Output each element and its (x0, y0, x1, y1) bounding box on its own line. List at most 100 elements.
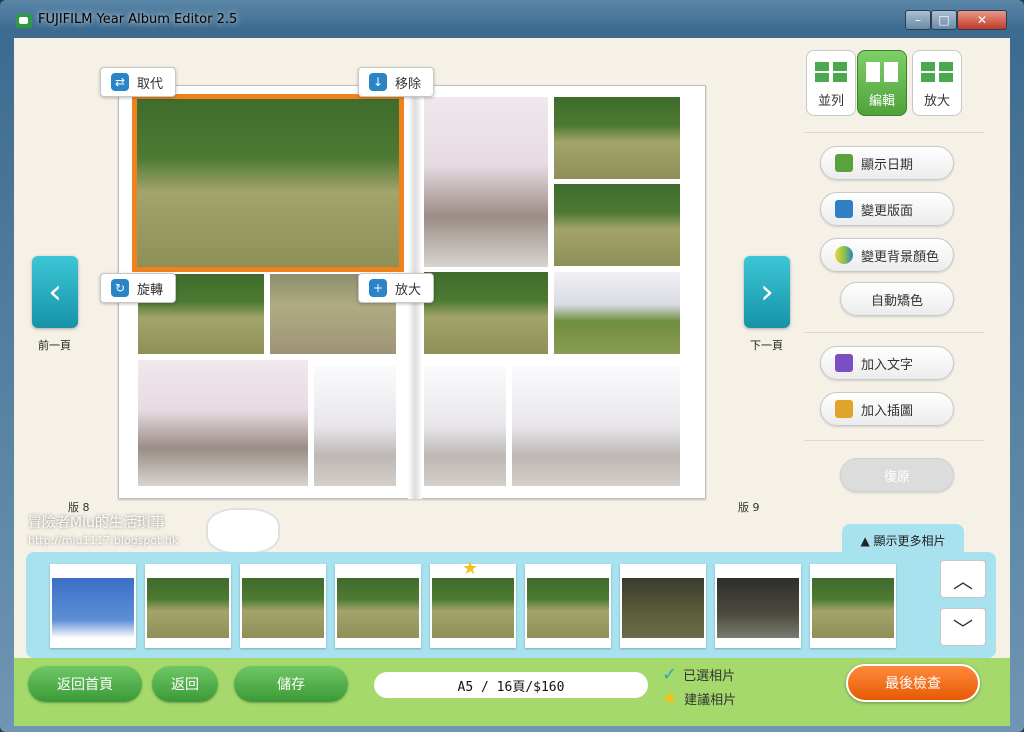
filmstrip-thumb[interactable] (525, 564, 611, 648)
mode-grid-button[interactable]: 並列 (806, 50, 856, 116)
save-button[interactable]: 儲存 (234, 666, 348, 702)
selected-legend: ✓ 已選相片 (662, 664, 735, 685)
photo-slot[interactable] (424, 272, 548, 354)
photo-slot[interactable] (424, 97, 548, 267)
watermark-text: 冒險者Miu的生活瑣事 (28, 515, 165, 531)
photo-selected[interactable] (132, 94, 404, 272)
suggested-legend: ★ 建議相片 (662, 688, 736, 709)
star-icon: ★ (662, 688, 679, 709)
prev-page-label: 前一頁 (38, 339, 71, 352)
scroll-up-button[interactable]: ︿ (940, 560, 986, 598)
window-title: FUJIFILM Year Album Editor 2.5 (38, 12, 238, 27)
filmstrip-thumb[interactable] (620, 564, 706, 648)
photo-slot[interactable] (554, 97, 680, 179)
filmstrip-thumb[interactable] (50, 564, 136, 648)
undo-button[interactable]: 復原 (840, 458, 954, 492)
sheep-logo (206, 508, 280, 554)
palette-icon (835, 246, 853, 264)
mode-edit-button[interactable]: 編輯 (857, 50, 907, 116)
arrow-down-icon: ↓ (369, 73, 387, 91)
remove-label: 移除 (395, 76, 422, 92)
mode-grid-label: 並列 (817, 94, 844, 109)
filmstrip-thumb[interactable] (335, 564, 421, 648)
price-summary: A5 / 16頁/$160 (374, 672, 648, 698)
bottom-bar: 返回首頁 返回 儲存 A5 / 16頁/$160 ✓ 已選相片 ★ 建議相片 最… (14, 658, 1010, 726)
speech-bubble-icon (835, 354, 853, 372)
app-icon (16, 14, 32, 28)
photo-slot[interactable] (424, 366, 506, 486)
thumb-image (717, 578, 799, 638)
filmstrip-thumb[interactable]: ★ (430, 558, 516, 648)
photo-slot[interactable] (314, 366, 396, 486)
prev-page-button[interactable]: ‹ (32, 256, 78, 328)
filmstrip-thumb[interactable] (715, 564, 801, 648)
rotate-photo-button[interactable]: ↻ 旋轉 (100, 273, 176, 303)
watermark-url: http://miu1117.blogspot.hk (28, 534, 179, 547)
suggested-legend-label: 建議相片 (684, 693, 737, 708)
title-bar[interactable]: FUJIFILM Year Album Editor 2.5 – □ ✕ (0, 0, 1024, 38)
minimize-button[interactable]: – (905, 10, 931, 30)
divider (804, 440, 984, 441)
change-layout-button[interactable]: 變更版面 (820, 192, 954, 226)
show-date-button[interactable]: 顯示日期 (820, 146, 954, 180)
divider (804, 132, 984, 133)
selected-legend-label: 已選相片 (683, 669, 736, 684)
filmstrip-thumb[interactable] (810, 564, 896, 648)
replace-label: 取代 (137, 76, 164, 92)
thumb-image (527, 578, 609, 638)
add-clipart-label: 加入插圖 (861, 403, 914, 419)
right-page-number: 版 9 (738, 501, 760, 514)
zoom-layout-icon (921, 62, 953, 82)
zoom-icon: + (369, 279, 387, 297)
photo-slot[interactable] (554, 184, 680, 266)
filmstrip-thumb[interactable] (145, 564, 231, 648)
maximize-button[interactable]: □ (931, 10, 957, 30)
photo-slot[interactable] (512, 366, 680, 486)
next-page-label: 下一頁 (750, 339, 783, 352)
add-text-button[interactable]: 加入文字 (820, 346, 954, 380)
add-clipart-button[interactable]: 加入插圖 (820, 392, 954, 426)
rotate-icon: ↻ (111, 279, 129, 297)
mode-edit-label: 編輯 (868, 94, 895, 109)
suggested-star-icon: ★ (462, 558, 479, 579)
undo-label: 復原 (883, 469, 910, 485)
editor-client-area: ‹ 前一頁 › 下一頁 ⇄ 取代 ↓ 移除 ↻ 旋轉 + 放大 版 8 版 9 … (14, 38, 1010, 726)
close-button[interactable]: ✕ (957, 10, 1007, 30)
show-date-label: 顯示日期 (861, 157, 914, 173)
auto-color-button[interactable]: 自動矯色 (840, 282, 954, 316)
scroll-down-button[interactable]: ﹀ (940, 608, 986, 646)
rotate-label: 旋轉 (137, 282, 164, 298)
back-button[interactable]: 返回 (152, 666, 218, 702)
thumb-image (242, 578, 324, 638)
final-check-button[interactable]: 最後檢查 (846, 664, 980, 702)
checkmark-icon: ✓ (662, 664, 678, 685)
photo-slot[interactable] (138, 360, 308, 486)
photo-filmstrip: ★ ︿ ﹀ (26, 552, 996, 658)
zoom-label: 放大 (395, 282, 422, 298)
thumb-image (147, 578, 229, 638)
photo-slot[interactable] (554, 272, 680, 354)
change-layout-label: 變更版面 (861, 203, 914, 219)
mode-zoom-button[interactable]: 放大 (912, 50, 962, 116)
change-bg-label: 變更背景顏色 (861, 249, 940, 265)
thumb-image (432, 578, 514, 638)
thumb-image (337, 578, 419, 638)
layout-icon (835, 200, 853, 218)
replace-icon: ⇄ (111, 73, 129, 91)
change-background-color-button[interactable]: 變更背景顏色 (820, 238, 954, 272)
auto-color-label: 自動矯色 (870, 293, 923, 309)
replace-photo-button[interactable]: ⇄ 取代 (100, 67, 176, 97)
remove-photo-button[interactable]: ↓ 移除 (358, 67, 434, 97)
calendar-icon (835, 154, 853, 172)
add-text-label: 加入文字 (861, 357, 914, 373)
zoom-photo-button[interactable]: + 放大 (358, 273, 434, 303)
next-page-button[interactable]: › (744, 256, 790, 328)
thumb-image (622, 578, 704, 638)
edit-layout-icon (866, 62, 898, 82)
home-button[interactable]: 返回首頁 (28, 666, 142, 702)
thumb-image (52, 578, 134, 638)
mode-zoom-label: 放大 (923, 94, 950, 109)
app-window: FUJIFILM Year Album Editor 2.5 – □ ✕ ‹ 前… (0, 0, 1024, 732)
filmstrip-thumb[interactable] (240, 564, 326, 648)
thumb-image (812, 578, 894, 638)
